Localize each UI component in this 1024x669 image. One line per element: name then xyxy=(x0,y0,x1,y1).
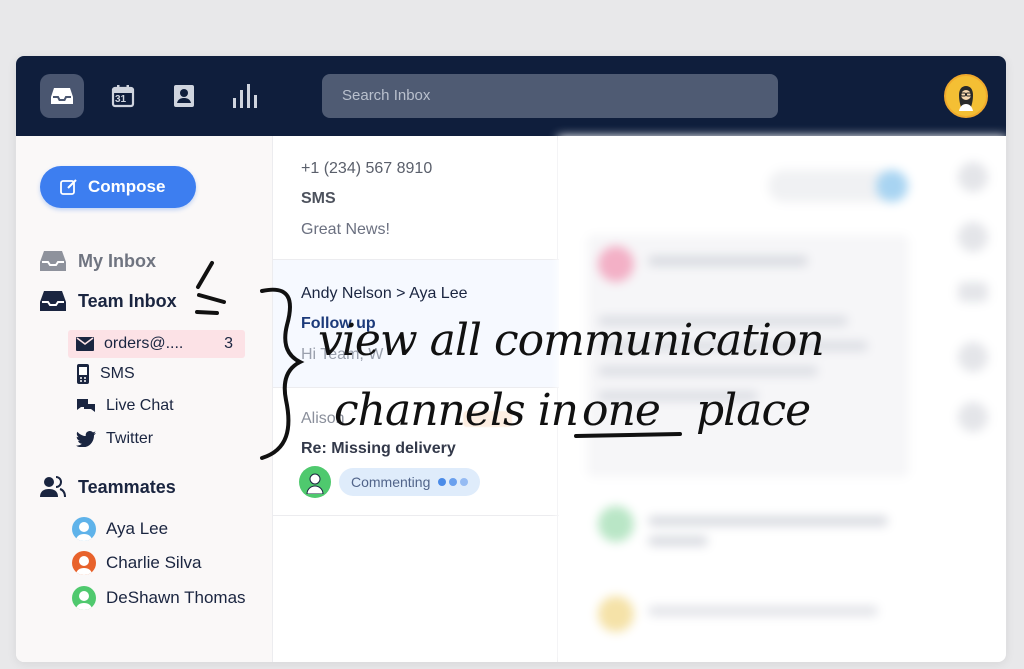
list-item[interactable]: Alison Re: Missing delivery Commenting xyxy=(273,388,559,516)
sidebar-item-team-inbox[interactable]: Team Inbox xyxy=(40,290,177,312)
message-from: +1 (234) 567 8910 xyxy=(301,160,433,177)
teammate-name: Charlie Silva xyxy=(106,553,202,572)
message-preview: Great News! xyxy=(301,221,390,238)
contacts-icon xyxy=(174,85,194,107)
typing-dots-icon xyxy=(438,478,469,486)
phone-icon xyxy=(77,364,89,384)
sidebar: Compose My Inbox Team Inbox orders@.... … xyxy=(16,136,272,662)
teammate-name: Aya Lee xyxy=(106,519,169,538)
nav-contacts-button[interactable] xyxy=(162,74,206,118)
sidebar-item-my-inbox[interactable]: My Inbox xyxy=(40,250,156,272)
commenting-pill: Commenting xyxy=(339,468,481,496)
avatar xyxy=(72,586,96,610)
channel-live-chat-label: Live Chat xyxy=(106,397,174,414)
edit-icon xyxy=(60,179,77,195)
app-window: 31 Search Inbox Compose My Inbox Team In… xyxy=(16,56,1006,662)
user-avatar[interactable] xyxy=(944,74,988,118)
channel-live-chat[interactable]: Live Chat xyxy=(76,397,174,415)
compose-label: Compose xyxy=(88,177,166,196)
inbox-icon xyxy=(51,88,73,104)
message-preview: Hi Team, W xyxy=(301,346,384,363)
channel-twitter-label: Twitter xyxy=(106,430,154,447)
mail-icon xyxy=(76,337,94,351)
compose-button[interactable]: Compose xyxy=(40,166,196,208)
top-bar: 31 Search Inbox xyxy=(16,56,1006,136)
search-input[interactable]: Search Inbox xyxy=(322,74,778,118)
teammate-deshawn-thomas[interactable]: DeShawn Thomas xyxy=(72,586,246,610)
channel-sms-label: SMS xyxy=(100,365,135,382)
avatar xyxy=(299,466,331,498)
my-inbox-label: My Inbox xyxy=(78,250,157,271)
inbox-icon xyxy=(40,291,66,311)
channel-orders[interactable]: orders@.... 3 xyxy=(68,330,245,358)
message-list: +1 (234) 567 8910 SMS Great News! Andy N… xyxy=(272,136,559,662)
channel-orders-label: orders@.... xyxy=(104,335,184,352)
inbox-icon xyxy=(40,251,66,271)
teammate-name: DeShawn Thomas xyxy=(106,588,246,607)
conversation-detail xyxy=(558,136,1006,662)
calendar-day: 31 xyxy=(115,94,127,105)
teammates-header[interactable]: Teammates xyxy=(40,476,176,498)
chat-icon xyxy=(77,399,95,412)
commenting-label: Commenting xyxy=(351,474,431,490)
nav-calendar-button[interactable]: 31 xyxy=(101,74,145,118)
list-item[interactable]: +1 (234) 567 8910 SMS Great News! xyxy=(273,136,559,260)
channel-sms[interactable]: SMS xyxy=(76,364,135,384)
avatar xyxy=(72,551,96,575)
nav-inbox-button[interactable] xyxy=(40,74,84,118)
teammate-aya-lee[interactable]: Aya Lee xyxy=(72,517,168,541)
status-badge xyxy=(463,411,512,427)
team-inbox-label: Team Inbox xyxy=(78,290,177,311)
channel-twitter[interactable]: Twitter xyxy=(76,430,153,448)
message-subject: Re: Missing delivery xyxy=(301,440,456,457)
avatar xyxy=(72,517,96,541)
list-item[interactable]: Andy Nelson > Aya Lee Follow up Hi Team,… xyxy=(273,260,559,388)
twitter-icon xyxy=(76,431,96,447)
people-icon xyxy=(40,476,66,498)
message-from: Alison xyxy=(301,410,345,427)
message-from: Andy Nelson > Aya Lee xyxy=(301,285,468,302)
nav-analytics-button[interactable] xyxy=(223,74,267,118)
teammates-label: Teammates xyxy=(78,476,176,497)
user-avatar-icon xyxy=(959,86,973,111)
teammate-charlie-silva[interactable]: Charlie Silva xyxy=(72,551,201,575)
message-subject: Follow up xyxy=(301,315,376,332)
analytics-icon xyxy=(233,84,257,108)
message-channel: SMS xyxy=(301,190,336,207)
comment-indicator: Commenting xyxy=(299,466,481,498)
channel-orders-count: 3 xyxy=(224,335,233,352)
